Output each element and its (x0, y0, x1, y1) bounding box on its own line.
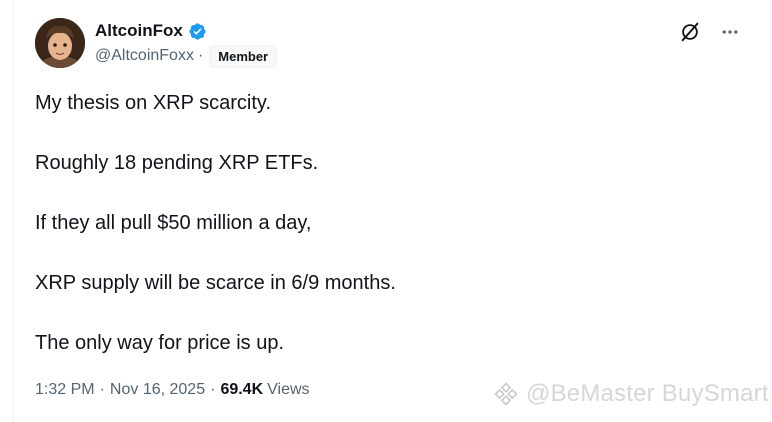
tweet-line: If they all pull $50 million a day, (35, 212, 312, 234)
grok-icon (681, 22, 699, 42)
more-button[interactable] (718, 20, 742, 44)
display-name[interactable]: AltcoinFox (95, 21, 183, 41)
tweet-date[interactable]: Nov 16, 2025 (110, 381, 205, 399)
tweet-actions (678, 20, 742, 44)
member-badge[interactable]: Member (209, 44, 278, 68)
tweet-meta: 1:32 PM · Nov 16, 2025 · 69.4K Views (35, 378, 310, 402)
more-icon (722, 30, 738, 34)
handle-row: @AltcoinFoxx · Member (95, 44, 278, 68)
views-count[interactable]: 69.4K (220, 381, 263, 399)
watermark-text: @BeMaster BuySmart (526, 380, 769, 407)
avatar[interactable] (35, 18, 85, 68)
meta-separator: · (99, 381, 105, 398)
tweet-line: The only way for price is up. (35, 332, 284, 354)
tweet-line: Roughly 18 pending XRP ETFs. (35, 152, 319, 174)
watermark: @BeMaster BuySmart (492, 380, 769, 408)
separator: · (197, 47, 204, 64)
avatar-icon (35, 18, 85, 68)
handle[interactable]: @AltcoinFoxx (95, 47, 194, 65)
verified-badge-icon (189, 22, 206, 40)
tweet-line: My thesis on XRP scarcity. (35, 92, 271, 114)
tweet-text: My thesis on XRP scarcity. Roughly 18 pe… (35, 88, 735, 388)
binance-logo-icon (494, 382, 518, 406)
grok-button[interactable] (678, 20, 702, 44)
meta-separator: · (210, 381, 216, 398)
views-label: Views (267, 381, 310, 398)
name-row: AltcoinFox (95, 20, 207, 42)
tweet-line: XRP supply will be scarce in 6/9 months. (35, 272, 396, 294)
tweet-time[interactable]: 1:32 PM (35, 381, 95, 399)
tweet-card: AltcoinFox @AltcoinFoxx · Member My thes… (13, 0, 771, 422)
